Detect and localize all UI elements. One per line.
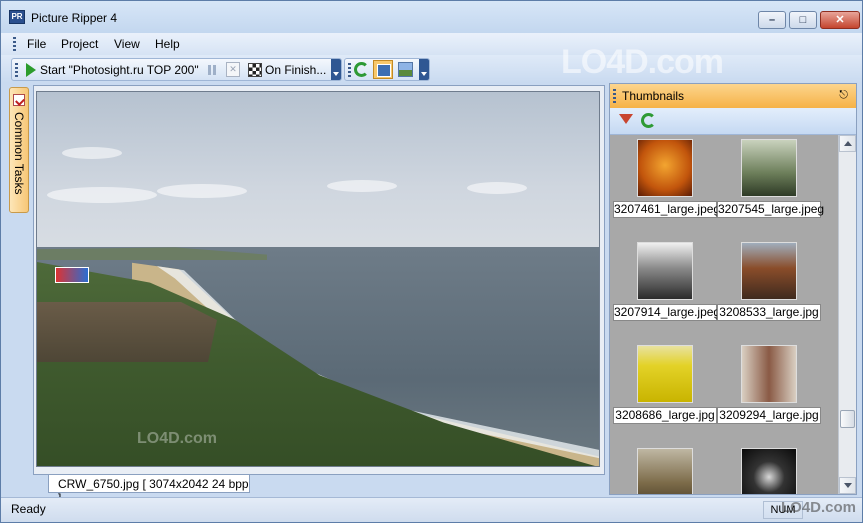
thumbnail-label: 3207914_large.jpeg [613,304,721,321]
menubar-grip[interactable] [13,37,16,51]
pin-icon[interactable]: ⎋ [839,89,848,102]
tasks-icon [13,94,25,106]
picture-view-icon[interactable] [398,62,413,77]
toolbar-grip[interactable] [348,63,351,77]
thumbnails-header: Thumbnails ⎋ [610,84,856,108]
thumbnail-image[interactable] [637,448,693,494]
start-button[interactable]: Start "Photosight.ru TOP 200" [40,63,199,77]
maximize-icon: □ [799,14,807,26]
thumbnail-item[interactable]: 3208686_large.jpg [613,343,717,443]
on-finish-button[interactable]: On Finish... [265,63,326,77]
image-watermark: LO4D.com [137,430,218,447]
thumbnail-label: 3208686_large.jpg [613,407,717,424]
close-icon: ✕ [835,14,845,26]
thumbnail-item[interactable] [717,446,821,494]
thumbnail-grid: 3207461_large.jpeg 3207545_large.jpeg 32… [610,135,838,494]
minimize-icon: – [768,14,776,26]
menu-bar: File Project View Help [1,33,862,55]
title-bar[interactable]: PR Picture Ripper 4 – □ ✕ [1,1,862,33]
image-sky [37,92,599,252]
status-bar: Ready NUM [1,497,862,522]
thumbnail-image[interactable] [741,242,797,300]
window-title: Picture Ripper 4 [31,11,118,25]
thumbnail-item[interactable]: 3208533_large.jpg [717,240,821,340]
toolbar-options-dropdown[interactable] [331,59,341,80]
thumbnail-label: 3207545_large.jpeg [717,201,825,218]
thumbnail-item[interactable] [613,446,717,494]
thumbnails-title: Thumbnails [622,89,685,103]
image-billboard [55,267,89,283]
pause-icon[interactable] [208,65,216,75]
thumbnail-label: 3207461_large.jpeg [613,201,721,218]
thumbnail-image[interactable] [637,242,693,300]
image-cliff-face [37,302,217,362]
scroll-up-icon[interactable] [839,135,856,152]
thumbnails-scrollbar[interactable] [838,135,856,494]
watermark-logo: LO4D.com [561,43,724,81]
menu-project[interactable]: Project [61,37,98,51]
stop-icon[interactable]: ✕ [226,62,240,77]
image-cloud [62,147,122,159]
image-cloud [327,180,397,192]
thumbnails-panel: Thumbnails ⎋ 3207461_large.jpeg 3207545_… [609,83,857,495]
image-cloud [157,184,247,198]
thumbnail-image[interactable] [637,345,693,403]
menu-view[interactable]: View [114,37,140,51]
close-button[interactable]: ✕ [820,11,860,29]
panel-grip[interactable] [613,89,616,103]
thumbnail-label: 3208533_large.jpg [717,304,821,321]
view-toolbar [344,58,430,81]
refresh-icon[interactable] [641,113,656,128]
thumbnail-image[interactable] [741,139,797,197]
single-view-icon[interactable] [373,60,393,79]
menu-file[interactable]: File [27,37,46,51]
image-cloud [47,187,157,203]
thumbnail-image[interactable] [741,345,797,403]
refresh-icon[interactable] [354,62,369,77]
app-window: PR Picture Ripper 4 – □ ✕ File Project V… [0,0,863,523]
minimize-button[interactable]: – [758,11,786,29]
filter-icon[interactable] [619,114,633,124]
thumbnail-label: 3209294_large.jpg [717,407,821,424]
maximize-button[interactable]: □ [789,11,817,29]
common-tasks-label: Common Tasks [12,112,26,195]
main-toolbar: Start "Photosight.ru TOP 200" ✕ On Finis… [11,58,342,81]
toolbar-grip[interactable] [15,63,18,77]
scroll-thumb[interactable] [840,410,855,428]
watermark-logo: LO4D.com [781,499,857,516]
image-file-tab[interactable]: CRW_6750.jpg [ 3074x2042 24 bpp ] [48,475,250,505]
preview-image[interactable]: LO4D.com [36,91,600,467]
scroll-down-icon[interactable] [839,477,856,494]
app-icon[interactable]: PR [9,10,25,24]
image-cloud [467,182,527,194]
common-tasks-tab[interactable]: Common Tasks [9,87,29,213]
menu-help[interactable]: Help [155,37,180,51]
status-text: Ready [11,502,46,516]
thumbnail-image[interactable] [741,448,797,494]
thumbnail-image[interactable] [637,139,693,197]
thumbnails-toolbar [610,108,856,135]
play-icon[interactable] [26,63,36,77]
thumbnail-item[interactable]: 3207545_large.jpeg [717,137,825,237]
toolbar-options-dropdown[interactable] [419,59,429,80]
checkered-flag-icon[interactable] [248,63,262,77]
thumbnail-item[interactable]: 3207914_large.jpeg [613,240,721,340]
thumbnail-item[interactable]: 3209294_large.jpg [717,343,821,443]
thumbnail-item[interactable]: 3207461_large.jpeg [613,137,721,237]
